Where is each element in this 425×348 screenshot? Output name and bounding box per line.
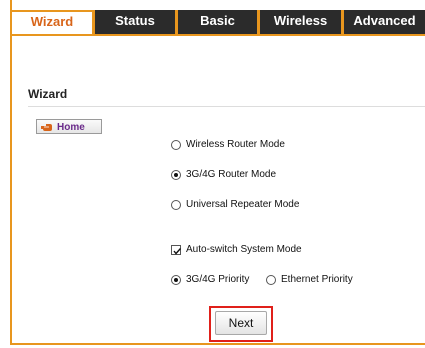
hand-pointer-icon (41, 124, 52, 131)
home-button[interactable]: Home (36, 119, 102, 134)
radio-ethernet-priority[interactable] (266, 275, 276, 285)
priority-label: 3G/4G Priority (186, 274, 250, 285)
page-title: Wizard (28, 87, 68, 101)
auto-switch-label: Auto-switch System Mode (186, 244, 302, 255)
priority-label: Ethernet Priority (281, 274, 353, 285)
mode-label: Universal Repeater Mode (186, 199, 300, 210)
auto-switch-checkbox[interactable] (171, 245, 182, 255)
tab-wizard[interactable]: Wizard (12, 10, 92, 34)
tab-status[interactable]: Status (95, 10, 175, 34)
home-button-label: Home (57, 122, 85, 133)
tab-underline (12, 34, 425, 36)
mode-label: Wireless Router Mode (186, 139, 285, 150)
tab-basic[interactable]: Basic (178, 10, 257, 34)
checkmark-icon (173, 248, 182, 255)
radio-3g4g-priority[interactable] (171, 275, 181, 285)
tab-advanced[interactable]: Advanced (344, 10, 425, 34)
tab-wireless[interactable]: Wireless (260, 10, 341, 34)
radio-3g4g-router[interactable] (171, 170, 181, 180)
mode-label: 3G/4G Router Mode (186, 169, 277, 180)
radio-universal-repeater[interactable] (171, 200, 181, 210)
next-button[interactable]: Next (215, 311, 267, 335)
section-divider (28, 106, 425, 107)
radio-wireless-router[interactable] (171, 140, 181, 150)
